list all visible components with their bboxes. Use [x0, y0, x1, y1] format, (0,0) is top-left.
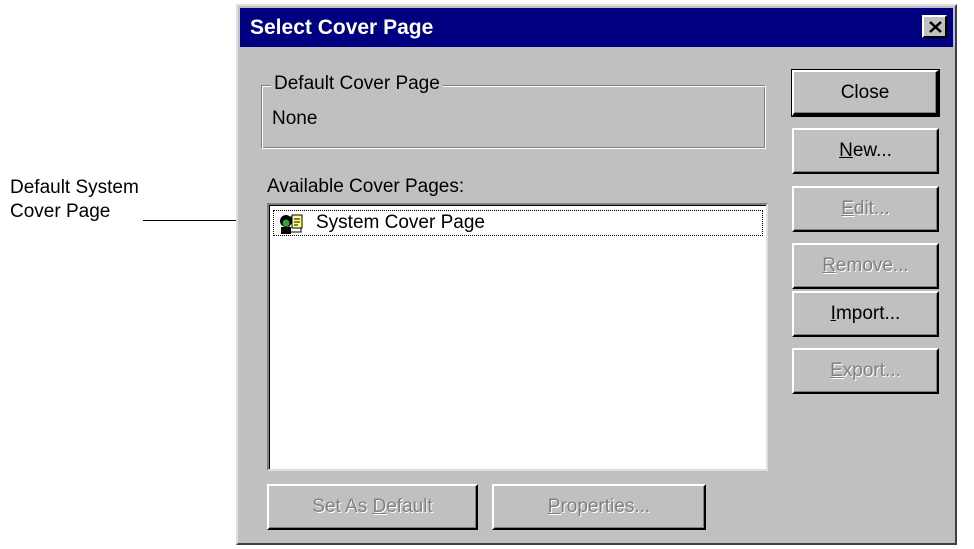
- set-default-label-prefix: Set As: [312, 496, 373, 517]
- remove-label: emove...: [835, 255, 909, 276]
- default-cover-page-value: None: [272, 108, 318, 129]
- cover-pages-listbox[interactable]: System Cover Page: [267, 203, 768, 471]
- remove-button[interactable]: Remove...: [792, 243, 939, 289]
- import-label: mport...: [835, 303, 901, 324]
- callout-line-1: Default System: [10, 177, 139, 198]
- group-legend: Default Cover Page: [271, 72, 443, 96]
- available-cover-pages-label: Available Cover Pages:: [267, 176, 465, 197]
- callout-label: Default System Cover Page: [10, 176, 139, 224]
- set-default-mnemonic: D: [372, 496, 387, 517]
- export-label: xport...: [842, 360, 901, 381]
- default-cover-page-group: Default Cover Page None: [261, 72, 766, 149]
- set-default-label: efault: [386, 496, 433, 517]
- callout-line-2: Cover Page: [10, 201, 111, 222]
- properties-button[interactable]: Properties...: [492, 484, 706, 530]
- title-close-button[interactable]: [922, 15, 947, 38]
- export-mnemonic: E: [830, 360, 843, 381]
- properties-label: roperties...: [560, 496, 651, 517]
- select-cover-page-dialog: Select Cover Page Default Cover Page Non…: [236, 4, 957, 545]
- title-bar: Select Cover Page: [240, 8, 953, 47]
- new-mnemonic: N: [839, 140, 853, 161]
- edit-label: dit...: [853, 198, 890, 219]
- close-button[interactable]: Close: [791, 69, 940, 117]
- dialog-title: Select Cover Page: [250, 16, 434, 39]
- new-label: ew...: [852, 140, 892, 161]
- close-icon: [929, 21, 942, 33]
- callout-leader-line: [143, 220, 246, 221]
- set-as-default-button[interactable]: Set As Default: [267, 484, 478, 530]
- properties-mnemonic: P: [547, 496, 561, 517]
- list-item[interactable]: System Cover Page: [273, 210, 763, 236]
- list-item-label: System Cover Page: [316, 212, 485, 233]
- export-button[interactable]: Export...: [792, 348, 939, 394]
- new-button[interactable]: New...: [792, 128, 939, 174]
- edit-button[interactable]: Edit...: [792, 186, 939, 232]
- import-button[interactable]: Import...: [792, 291, 939, 337]
- close-button-label: Close: [840, 82, 890, 103]
- edit-mnemonic: E: [841, 198, 854, 219]
- remove-mnemonic: R: [822, 255, 836, 276]
- cover-page-icon: [280, 214, 303, 234]
